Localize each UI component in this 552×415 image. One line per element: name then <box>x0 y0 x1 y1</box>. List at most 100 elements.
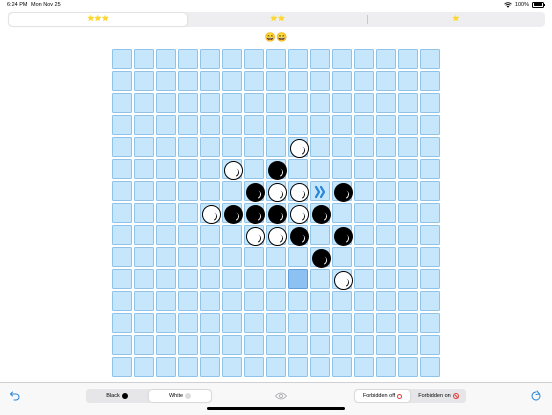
board-cell[interactable] <box>288 357 308 377</box>
board-cell[interactable] <box>354 357 374 377</box>
board-cell[interactable] <box>112 291 132 311</box>
board-cell[interactable] <box>156 181 176 201</box>
board-cell[interactable] <box>156 225 176 245</box>
board-cell[interactable] <box>200 357 220 377</box>
board-cell[interactable] <box>398 115 418 135</box>
board-cell[interactable] <box>288 49 308 69</box>
board-cell[interactable] <box>332 291 352 311</box>
board-cell[interactable] <box>134 313 154 333</box>
board-cell[interactable] <box>354 71 374 91</box>
board-cell[interactable] <box>244 313 264 333</box>
board-cell[interactable] <box>332 357 352 377</box>
board-cell[interactable] <box>244 71 264 91</box>
board-cell[interactable] <box>112 357 132 377</box>
board-cell[interactable] <box>288 71 308 91</box>
board-cell[interactable] <box>376 115 396 135</box>
board-cell[interactable] <box>156 335 176 355</box>
board-cell[interactable] <box>266 291 286 311</box>
board-cell[interactable] <box>398 71 418 91</box>
board-cell[interactable] <box>310 203 331 224</box>
board-cell[interactable] <box>354 269 374 289</box>
level-1-star[interactable]: ⭐ <box>366 12 545 27</box>
board-cell[interactable] <box>266 159 287 180</box>
board-cell[interactable] <box>376 71 396 91</box>
board-cell[interactable] <box>222 335 242 355</box>
board-cell[interactable] <box>200 181 220 201</box>
board-cell[interactable] <box>134 159 154 179</box>
board-cell[interactable] <box>420 291 440 311</box>
board-cell[interactable] <box>376 203 396 223</box>
board-cell[interactable] <box>112 225 132 245</box>
board-cell[interactable] <box>420 93 440 113</box>
board-cell[interactable] <box>398 159 418 179</box>
board-cell[interactable] <box>420 357 440 377</box>
board-cell[interactable] <box>398 225 418 245</box>
board-cell[interactable] <box>332 115 352 135</box>
board-cell[interactable] <box>288 313 308 333</box>
board-cell[interactable] <box>420 115 440 135</box>
board-cell[interactable] <box>244 269 264 289</box>
board-cell[interactable] <box>112 137 132 157</box>
board-cell[interactable] <box>222 93 242 113</box>
board-cell[interactable] <box>244 335 264 355</box>
board-cell[interactable] <box>266 49 286 69</box>
board-cell[interactable] <box>398 181 418 201</box>
board-cell[interactable] <box>354 247 374 267</box>
board-cell[interactable] <box>376 181 396 201</box>
board-cell[interactable] <box>310 181 330 201</box>
board-cell[interactable] <box>266 225 287 246</box>
board-cell[interactable] <box>310 49 330 69</box>
board-cell[interactable] <box>244 93 264 113</box>
board-cell[interactable] <box>222 49 242 69</box>
board-cell[interactable] <box>332 159 352 179</box>
board-cell[interactable] <box>244 137 264 157</box>
board-cell[interactable] <box>310 225 330 245</box>
board-cell[interactable] <box>332 335 352 355</box>
board-cell[interactable] <box>156 159 176 179</box>
board-cell[interactable] <box>310 137 330 157</box>
game-board[interactable] <box>112 49 440 377</box>
board-cell[interactable] <box>156 357 176 377</box>
board-cell[interactable] <box>222 181 242 201</box>
board-cell[interactable] <box>354 225 374 245</box>
board-cell[interactable] <box>398 335 418 355</box>
board-cell[interactable] <box>244 247 264 267</box>
board-cell[interactable] <box>332 71 352 91</box>
board-cell[interactable] <box>376 137 396 157</box>
board-cell[interactable] <box>332 225 353 246</box>
board-cell[interactable] <box>310 93 330 113</box>
board-cell[interactable] <box>178 203 198 223</box>
board-cell[interactable] <box>222 269 242 289</box>
board-cell[interactable] <box>178 269 198 289</box>
board-cell[interactable] <box>354 115 374 135</box>
board-cell[interactable] <box>354 49 374 69</box>
board-cell[interactable] <box>310 115 330 135</box>
board-cell[interactable] <box>222 115 242 135</box>
board-cell[interactable] <box>244 225 265 246</box>
board-cell[interactable] <box>288 225 309 246</box>
board-cell[interactable] <box>310 247 331 268</box>
board-cell[interactable] <box>178 225 198 245</box>
board-cell[interactable] <box>156 247 176 267</box>
board-cell[interactable] <box>376 291 396 311</box>
board-cell[interactable] <box>112 313 132 333</box>
reset-icon[interactable] <box>530 390 542 402</box>
board-cell[interactable] <box>134 115 154 135</box>
board-cell[interactable] <box>266 115 286 135</box>
board-cell[interactable] <box>178 247 198 267</box>
board-cell[interactable] <box>156 71 176 91</box>
board-cell[interactable] <box>200 159 220 179</box>
board-cell[interactable] <box>156 137 176 157</box>
black-option[interactable]: Black <box>86 389 148 403</box>
board-cell[interactable] <box>178 335 198 355</box>
board-cell[interactable] <box>200 335 220 355</box>
board-cell[interactable] <box>200 313 220 333</box>
board-cell[interactable] <box>420 247 440 267</box>
board-cell[interactable] <box>178 71 198 91</box>
board-cell[interactable] <box>266 137 286 157</box>
board-cell[interactable] <box>156 313 176 333</box>
board-cell[interactable] <box>398 93 418 113</box>
board-cell[interactable] <box>156 49 176 69</box>
board-cell[interactable] <box>112 335 132 355</box>
board-cell[interactable] <box>288 115 308 135</box>
